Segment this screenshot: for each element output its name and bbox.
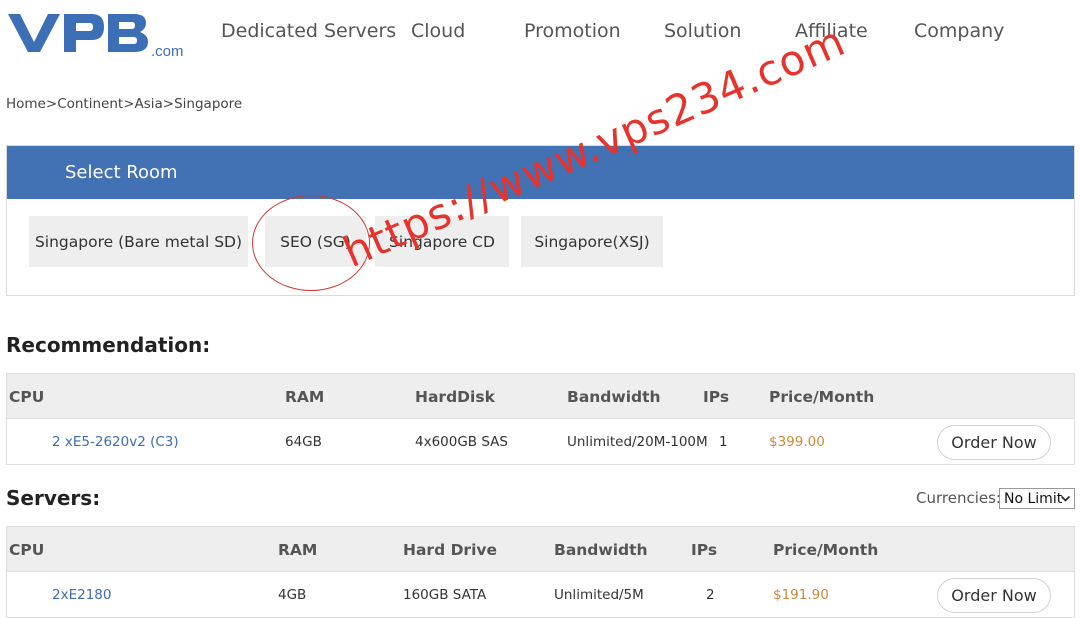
column-header-price: Price/Month: [773, 541, 879, 559]
servers-table-header: CPU RAM Hard Drive Bandwidth IPs Price/M…: [6, 526, 1075, 572]
nav-cloud[interactable]: Cloud: [411, 20, 465, 44]
room-tab-singapore-bare-metal-sd[interactable]: Singapore (Bare metal SD): [29, 216, 248, 267]
order-now-button[interactable]: Order Now: [937, 425, 1051, 460]
price-value: $191.90: [773, 587, 829, 603]
room-tab-singapore-xsj[interactable]: Singapore(XSJ): [521, 216, 663, 267]
cpu-link[interactable]: 2 xE5-2620v2 (C3): [52, 434, 179, 450]
breadcrumb-continent[interactable]: Continent: [57, 96, 123, 112]
breadcrumb-current: Singapore: [174, 96, 243, 112]
order-now-button[interactable]: Order Now: [937, 578, 1051, 613]
table-row: 2 xE5-2620v2 (C3) 64GB 4x600GB SAS Unlim…: [6, 419, 1075, 465]
column-header-ram: RAM: [285, 388, 325, 406]
recommendation-title: Recommendation:: [6, 333, 211, 357]
room-tab-singapore-cd[interactable]: Singapore CD: [375, 216, 509, 267]
column-header-bandwidth: Bandwidth: [567, 388, 661, 406]
ips-value: 1: [719, 434, 728, 450]
column-header-cpu: CPU: [9, 388, 45, 406]
nav-affiliate[interactable]: Affiliate: [795, 20, 868, 44]
column-header-harddisk: HardDisk: [415, 388, 495, 406]
bandwidth-value: Unlimited/20M-100M: [567, 434, 708, 450]
cpu-link[interactable]: 2xE2180: [52, 587, 111, 603]
disk-value: 4x600GB SAS: [415, 434, 508, 450]
logo-mark-icon: [8, 14, 148, 52]
table-row: 2xE2180 4GB 160GB SATA Unlimited/5M 2 $1…: [6, 572, 1075, 618]
ram-value: 4GB: [278, 587, 307, 603]
logo-suffix: .com: [151, 43, 184, 60]
breadcrumb: Home>Continent>Asia>Singapore: [6, 96, 242, 112]
select-room-panel: Select Room Singapore (Bare metal SD) SE…: [6, 145, 1075, 296]
bandwidth-value: Unlimited/5M: [554, 587, 644, 603]
room-tab-seo-sg[interactable]: SEO (SG): [265, 216, 366, 267]
currency-select[interactable]: No Limit: [999, 488, 1075, 509]
nav-promotion[interactable]: Promotion: [524, 20, 621, 44]
breadcrumb-asia[interactable]: Asia: [135, 96, 163, 112]
breadcrumb-home[interactable]: Home: [6, 96, 46, 112]
servers-title: Servers:: [6, 486, 101, 510]
column-header-bandwidth: Bandwidth: [554, 541, 648, 559]
recommendation-table-header: CPU RAM HardDisk Bandwidth IPs Price/Mon…: [6, 373, 1075, 419]
nav-dedicated-servers[interactable]: Dedicated Servers: [221, 20, 396, 44]
column-header-hard-drive: Hard Drive: [403, 541, 498, 559]
breadcrumb-separator: >: [123, 96, 135, 112]
select-room-header: Select Room: [7, 146, 1074, 199]
select-room-title: Select Room: [65, 162, 178, 183]
nav-company[interactable]: Company: [914, 20, 1004, 44]
disk-value: 160GB SATA: [403, 587, 487, 603]
ram-value: 64GB: [285, 434, 322, 450]
breadcrumb-separator: >: [162, 96, 175, 112]
column-header-ram: RAM: [278, 541, 318, 559]
ips-value: 2: [706, 587, 715, 603]
column-header-price: Price/Month: [769, 388, 875, 406]
breadcrumb-separator: >: [45, 96, 58, 112]
site-logo[interactable]: .com: [6, 8, 186, 60]
currencies-label: Currencies:: [916, 489, 1001, 507]
nav-solution[interactable]: Solution: [664, 20, 741, 44]
column-header-cpu: CPU: [9, 541, 45, 559]
currency-select-value: No Limit: [1004, 490, 1063, 507]
chevron-down-icon: [1060, 495, 1071, 502]
column-header-ips: IPs: [691, 541, 718, 559]
column-header-ips: IPs: [703, 388, 730, 406]
price-value: $399.00: [769, 434, 825, 450]
